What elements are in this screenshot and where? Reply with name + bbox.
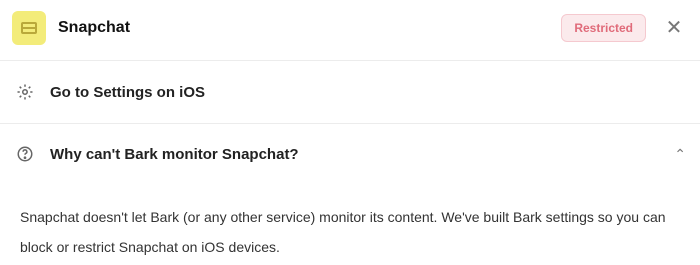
snapchat-panel: Snapchat Restricted ✕ Go to Settings on … (0, 0, 700, 265)
why-cant-monitor-label: Why can't Bark monitor Snapchat? (50, 145, 299, 163)
help-icon (14, 143, 36, 165)
snapchat-app-icon (12, 11, 46, 45)
panel-header: Snapchat Restricted ✕ (12, 10, 688, 46)
gear-icon-svg (17, 84, 33, 100)
explanation-text: Snapchat doesn't let Bark (or any other … (20, 209, 666, 255)
chevron-up-icon[interactable]: ⌃ (674, 146, 686, 163)
help-icon-svg (17, 146, 33, 162)
settings-row[interactable]: Go to Settings on iOS (14, 77, 686, 107)
app-grid-icon (21, 22, 37, 34)
divider-top (0, 60, 700, 61)
why-cant-monitor-row[interactable]: Why can't Bark monitor Snapchat? ⌃ (14, 139, 686, 169)
panel-title: Snapchat (58, 19, 131, 36)
status-badge: Restricted (561, 14, 646, 42)
divider-middle (0, 123, 700, 124)
gear-icon (14, 81, 36, 103)
close-icon[interactable]: ✕ (660, 14, 688, 42)
settings-row-label: Go to Settings on iOS (50, 83, 205, 101)
